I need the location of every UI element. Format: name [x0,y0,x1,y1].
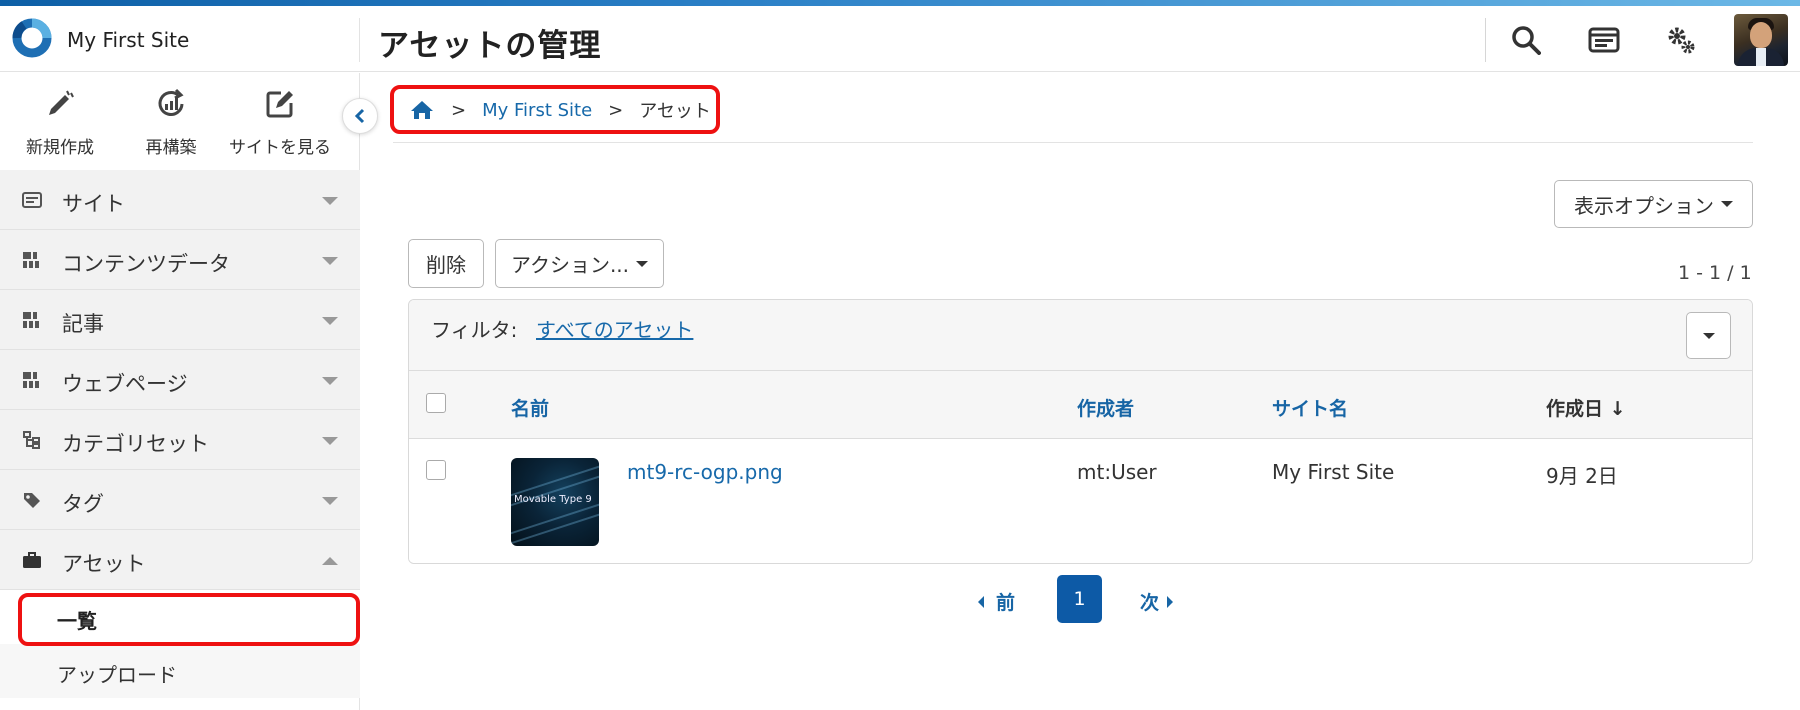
sidebar-item-content-data[interactable]: コンテンツデータ [0,230,360,290]
caret-down-icon [636,260,649,267]
site-icon [22,192,42,208]
logo[interactable] [10,16,54,60]
grid-icon [23,312,39,328]
chevron-down-icon [322,377,338,385]
sidebar-item-category-sets[interactable]: カテゴリセット [0,410,360,470]
chevron-down-icon [322,197,338,205]
grid-icon [23,372,39,388]
column-site-name[interactable]: サイト名 [1272,394,1348,421]
filter-bar: フィルタ: すべてのアセット [409,300,1752,371]
caret-right-icon [1167,595,1174,608]
delete-button[interactable]: 削除 [408,239,484,288]
sidebar-collapse-button[interactable] [342,98,378,134]
sidebar-item-label: タグ [62,492,104,516]
pagination-next[interactable]: 次 [1140,588,1174,615]
asset-thumbnail[interactable]: Movable Type 9 [511,458,599,546]
quick-new-button[interactable]: 新規作成 [5,73,115,170]
chevron-left-icon [354,108,365,124]
quick-rebuild-label: 再構築 [145,138,197,158]
quick-view-site-label: サイトを見る [229,138,331,158]
asset-created-date: 9月 2日 [1546,464,1618,488]
asset-listing: フィルタ: すべてのアセット 名前 作成者 サイト名 作成日 ↓ Movable… [408,299,1753,564]
sidebar-item-tags[interactable]: タグ [0,470,360,530]
pagination-current-page[interactable]: 1 [1057,575,1102,623]
external-edit-icon [266,91,293,118]
select-all-checkbox[interactable] [426,393,446,413]
header-divider [359,18,360,62]
sidebar-subitem-label: アップロード [57,663,177,687]
pagination-next-label: 次 [1140,592,1160,614]
dashboard-icon[interactable] [1586,22,1622,58]
sidebar-item-pages[interactable]: ウェブページ [0,350,360,410]
table-row: Movable Type 9 mt9-rc-ogp.png mt:User My… [409,439,1752,563]
column-name[interactable]: 名前 [511,394,549,421]
column-author[interactable]: 作成者 [1077,394,1134,421]
quick-view-site-button[interactable]: サイトを見る [225,73,335,170]
display-options-label: 表示オプション [1574,193,1714,218]
chevron-down-icon [322,437,338,445]
quick-new-label: 新規作成 [26,138,94,158]
sidebar-item-label: ウェブページ [62,372,188,396]
sidebar-item-entries[interactable]: 記事 [0,290,360,350]
thumbnail-text: Movable Type 9 [514,494,592,505]
chevron-down-icon [322,257,338,265]
grid-icon [23,252,39,268]
column-created-date[interactable]: 作成日 ↓ [1546,394,1626,421]
asset-name-link[interactable]: mt9-rc-ogp.png [627,460,783,484]
quick-rebuild-button[interactable]: 再構築 [116,73,226,170]
sidebar-item-label: サイト [62,192,125,216]
settings-icon[interactable] [1663,22,1699,58]
asset-author: mt:User [1077,460,1157,484]
pagination: 前 1 次 [0,574,1800,624]
asset-site-name: My First Site [1272,460,1395,484]
pagination-prev-label: 前 [996,592,1016,614]
row-checkbox[interactable] [426,460,446,480]
sidebar-item-label: カテゴリセット [62,432,209,456]
divider [393,142,1753,143]
rebuild-icon [158,88,184,116]
caret-down-icon [1721,201,1733,207]
header-divider [1485,18,1486,62]
pen-icon [49,90,74,115]
tag-icon [24,493,40,508]
tree-icon [23,431,40,449]
header: My First Site アセットの管理 [0,6,1800,72]
sidebar-item-label: 記事 [62,312,104,336]
page-title: アセットの管理 [378,28,602,64]
chevron-up-icon [322,557,338,565]
filter-dropdown-button[interactable] [1686,312,1731,359]
filter-label: フィルタ: [431,318,518,342]
chevron-down-icon [322,497,338,505]
delete-label: 削除 [426,253,466,277]
sidebar-item-label: コンテンツデータ [62,252,230,276]
actions-label: アクション... [510,253,630,277]
chevron-down-icon [322,317,338,325]
caret-left-icon [978,595,984,608]
caret-down-icon [1702,332,1715,339]
display-options-button[interactable]: 表示オプション [1554,180,1753,228]
search-icon[interactable] [1508,22,1544,58]
table-header: 名前 作成者 サイト名 作成日 ↓ [409,371,1752,439]
actions-dropdown[interactable]: アクション... [495,239,664,288]
highlight-box [390,85,720,134]
pagination-prev[interactable]: 前 [978,588,1015,615]
sidebar-item-site[interactable]: サイト [0,170,360,230]
sidebar-subitem-upload[interactable]: アップロード [0,644,360,698]
filter-select-link[interactable]: すべてのアセット [536,314,693,343]
result-count: 1 - 1 / 1 [1678,262,1752,284]
avatar[interactable] [1734,14,1788,66]
briefcase-icon [23,552,41,568]
header-site-name[interactable]: My First Site [67,28,189,52]
